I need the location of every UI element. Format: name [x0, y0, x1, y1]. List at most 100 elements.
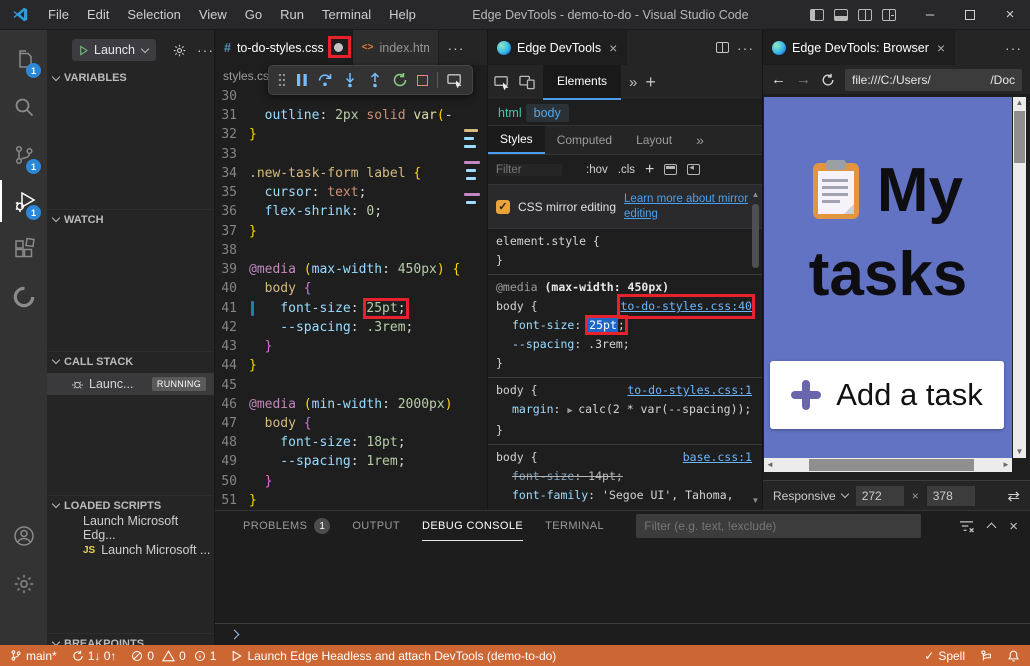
spell-checker-status[interactable]: ✓ Spell: [924, 649, 965, 663]
panel-tab-problems[interactable]: PROBLEMS1: [243, 511, 330, 541]
close-button[interactable]: ×: [990, 0, 1030, 30]
sync-status[interactable]: 1↓ 0↑: [72, 649, 117, 663]
url-bar[interactable]: file:///C:/Users/ /Doc: [845, 69, 1022, 91]
split-editor-icon[interactable]: [716, 42, 729, 53]
toggle-secondary-sidebar-icon[interactable]: [858, 9, 872, 21]
preview-horizontal-scrollbar[interactable]: ◄ ►: [764, 458, 1012, 472]
tab-styles[interactable]: Styles: [488, 126, 545, 154]
explorer-icon[interactable]: 1: [0, 38, 47, 80]
customize-layout-icon[interactable]: [882, 9, 896, 21]
hover-state-button[interactable]: :hov: [586, 164, 608, 176]
mirror-editing-link[interactable]: Learn more about mirror editing: [624, 192, 754, 222]
stop-icon[interactable]: [417, 75, 428, 86]
expand-triangle-icon[interactable]: ▶: [567, 406, 578, 416]
launch-config-dropdown[interactable]: Launch: [72, 39, 156, 61]
step-out-icon[interactable]: [367, 72, 383, 88]
rendering-emulation-icon[interactable]: [664, 164, 677, 175]
panel-tab-debug-console[interactable]: DEBUG CONSOLE: [422, 511, 523, 541]
debug-console-input[interactable]: [215, 623, 1030, 645]
devtools-more-actions-icon[interactable]: ···: [729, 40, 762, 56]
console-filter-input[interactable]: [636, 514, 921, 538]
crumb-html[interactable]: html: [498, 106, 522, 120]
more-tabs-icon[interactable]: »: [629, 74, 637, 91]
menu-run[interactable]: Run: [271, 7, 313, 22]
css-property[interactable]: font-size: 14pt;: [496, 467, 752, 486]
tab-edge-devtools-browser[interactable]: Edge DevTools: Browser ×: [763, 30, 955, 65]
close-tab-icon[interactable]: ×: [937, 40, 945, 56]
settings-gear-icon[interactable]: [0, 563, 47, 605]
tab-elements[interactable]: Elements: [543, 65, 621, 100]
search-icon[interactable]: [0, 86, 47, 128]
css-property[interactable]: font-size: 25pt;: [496, 316, 752, 335]
scrollbar-thumb[interactable]: [752, 204, 759, 268]
step-over-icon[interactable]: [317, 72, 333, 88]
menu-view[interactable]: View: [190, 7, 236, 22]
forward-icon[interactable]: →: [796, 71, 811, 88]
scrollbar-thumb[interactable]: [1014, 111, 1025, 163]
browser-more-actions-icon[interactable]: ···: [997, 40, 1030, 56]
toggle-panel-icon[interactable]: [834, 9, 848, 21]
minimize-button[interactable]: –: [910, 0, 950, 30]
tab-edge-devtools[interactable]: Edge DevTools ×: [488, 30, 627, 65]
tab-index-html[interactable]: <> index.html: [353, 30, 440, 65]
add-task-button[interactable]: Add a task: [770, 361, 1004, 429]
inspect-icon[interactable]: [447, 73, 464, 88]
device-width-input[interactable]: [856, 486, 904, 506]
menu-file[interactable]: File: [39, 7, 78, 22]
loaded-script-item[interactable]: Launch Microsoft Edg...: [47, 517, 214, 539]
toggle-sidebar-icon[interactable]: [810, 9, 824, 21]
reload-icon[interactable]: [821, 73, 835, 87]
device-mode-dropdown[interactable]: Responsive: [773, 489, 848, 503]
tab-layout[interactable]: Layout: [624, 126, 684, 154]
swap-dimensions-icon[interactable]: ⇄: [1007, 487, 1020, 505]
feedback-icon[interactable]: [979, 649, 993, 663]
code-editor[interactable]: 3031 outline: 2px solid var(-32}3334.new…: [215, 87, 487, 510]
section-call-stack[interactable]: CALL STACK: [47, 351, 214, 371]
new-tool-plus-icon[interactable]: +: [645, 72, 656, 93]
css-property[interactable]: --spacing: .3rem;: [496, 335, 752, 354]
styles-more-tabs-icon[interactable]: »: [684, 126, 716, 154]
panel-tab-terminal[interactable]: TERMINAL: [545, 511, 604, 541]
close-panel-icon[interactable]: ×: [1009, 518, 1018, 535]
styles-scrollbar[interactable]: ▲ ▼: [750, 190, 761, 506]
sidebar-more-actions-icon[interactable]: ···: [187, 42, 214, 58]
device-height-input[interactable]: [927, 486, 975, 506]
css-property[interactable]: margin: ▶ calc(2 * var(--spacing));: [496, 400, 752, 421]
pause-icon[interactable]: [296, 73, 308, 87]
debug-settings-gear-icon[interactable]: [172, 43, 187, 58]
close-tab-icon[interactable]: ×: [609, 40, 617, 56]
menu-selection[interactable]: Selection: [118, 7, 189, 22]
crumb-body[interactable]: body: [526, 104, 569, 122]
stylesheet-link[interactable]: to-do-styles.css:40: [620, 299, 752, 313]
problems-status[interactable]: 0 0 1: [131, 649, 216, 663]
css-property[interactable]: font-family: 'Segoe UI', Tahoma, Geneva,…: [496, 486, 752, 504]
edge-devtools-icon[interactable]: [0, 276, 47, 318]
loaded-script-item[interactable]: JSLaunch Microsoft ...: [47, 539, 214, 561]
step-into-icon[interactable]: [342, 72, 358, 88]
bell-icon[interactable]: [1007, 649, 1020, 663]
back-icon[interactable]: ←: [771, 71, 786, 88]
restart-icon[interactable]: [392, 72, 408, 88]
call-stack-session[interactable]: Launc... RUNNING: [47, 373, 214, 395]
scrollbar-thumb[interactable]: [809, 459, 974, 471]
menu-help[interactable]: Help: [380, 7, 425, 22]
branch-status[interactable]: main*: [10, 649, 57, 663]
menu-go[interactable]: Go: [236, 7, 271, 22]
source-control-icon[interactable]: 1: [0, 134, 47, 176]
device-emulation-icon[interactable]: [519, 75, 535, 90]
stylesheet-link[interactable]: base.css:1: [683, 448, 752, 467]
tab-to-do-styles-css[interactable]: # to-do-styles.css: [215, 30, 353, 65]
maximize-panel-icon[interactable]: [987, 523, 997, 533]
mirror-editing-checkbox[interactable]: ✓: [496, 200, 510, 214]
filter-list-icon[interactable]: [959, 520, 974, 533]
extensions-icon[interactable]: [0, 228, 47, 270]
scroll-down-icon[interactable]: ▼: [750, 496, 761, 506]
menu-edit[interactable]: Edit: [78, 7, 118, 22]
section-watch[interactable]: WATCH: [47, 209, 214, 229]
account-icon[interactable]: [0, 515, 47, 557]
preview-vertical-scrollbar[interactable]: ▲ ▼: [1013, 97, 1026, 458]
scroll-up-icon[interactable]: ▲: [1013, 97, 1026, 109]
class-toggle-button[interactable]: .cls: [618, 164, 635, 176]
panel-tab-output[interactable]: OUTPUT: [352, 511, 400, 541]
menu-terminal[interactable]: Terminal: [313, 7, 380, 22]
